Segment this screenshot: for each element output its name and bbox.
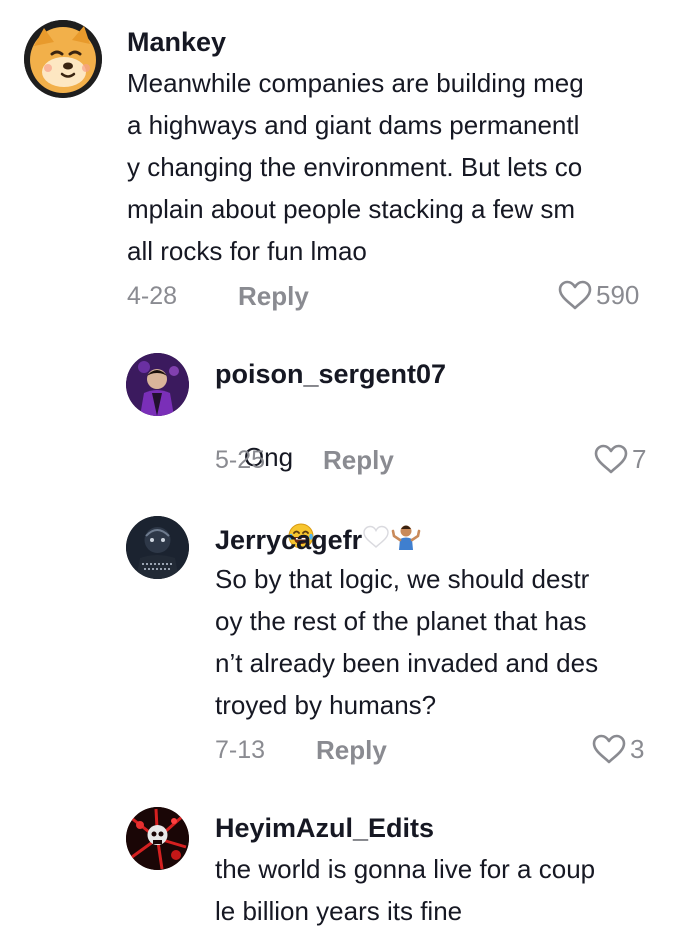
- username-text: Jerrycagefr: [215, 524, 363, 555]
- comment-text-line: le billion years its fine: [215, 896, 463, 926]
- comment-text-line: a highways and giant dams permanentl: [127, 110, 580, 140]
- comment-text-line: oy the rest of the planet that has: [215, 606, 587, 636]
- like-count: 7: [632, 444, 647, 474]
- comment-text-line: the world is gonna live for a coup: [215, 854, 596, 884]
- reply-button[interactable]: Reply: [323, 445, 394, 475]
- reply-button[interactable]: Reply: [316, 735, 387, 765]
- comment-jerrycagefr: Jerrycagefr So by that logic, we should …: [0, 500, 686, 790]
- username[interactable]: poison_sergent07: [215, 358, 446, 390]
- like-count: 590: [596, 280, 640, 310]
- shrug-emoji-icon: [391, 522, 421, 557]
- username[interactable]: Mankey: [127, 26, 226, 58]
- comment-mankey: Mankey Meanwhile companies are building …: [0, 0, 686, 330]
- heart-icon: [558, 280, 592, 310]
- comment-heyimazul-edits: HeyimAzul_Edits the world is gonna live …: [0, 795, 686, 938]
- white-heart-emoji-icon: [363, 524, 389, 556]
- comment-text-line: all rocks for fun lmao: [127, 236, 367, 266]
- avatar[interactable]: [24, 20, 102, 98]
- username[interactable]: Jerrycagefr: [215, 522, 421, 557]
- avatar[interactable]: [126, 516, 189, 579]
- avatar[interactable]: [126, 353, 189, 416]
- like-count: 3: [630, 734, 645, 764]
- comment-date: 5-25: [215, 446, 266, 474]
- comment-text-line: Meanwhile companies are building meg: [127, 68, 584, 98]
- comment-text-line: mplain about people stacking a few sm: [127, 194, 576, 224]
- comment-date: 4-28: [127, 282, 178, 310]
- heart-icon: [594, 444, 628, 474]
- avatar[interactable]: [126, 807, 189, 870]
- reply-button[interactable]: Reply: [238, 281, 309, 311]
- like-button[interactable]: 7: [594, 444, 646, 474]
- red-splatter-icon: [126, 807, 189, 870]
- comment-text-line: troyed by humans?: [215, 690, 437, 720]
- username[interactable]: HeyimAzul_Edits: [215, 812, 434, 844]
- comment-date: 7-13: [215, 736, 266, 764]
- like-button[interactable]: 590: [558, 280, 639, 310]
- comment-text-line: n’t already been invaded and des: [215, 648, 599, 678]
- comment-text-line: y changing the environment. But lets co: [127, 152, 583, 182]
- comment-poison-sergent07: poison_sergent07 Ong 5-25 Reply 7: [0, 340, 686, 549]
- comment-text-line: So by that logic, we should destr: [215, 564, 590, 594]
- purple-figure-icon: [126, 353, 189, 416]
- like-button[interactable]: 3: [592, 734, 644, 764]
- heart-icon: [592, 734, 626, 764]
- dark-figure-icon: [126, 516, 189, 579]
- shiba-dog-icon: [24, 20, 102, 98]
